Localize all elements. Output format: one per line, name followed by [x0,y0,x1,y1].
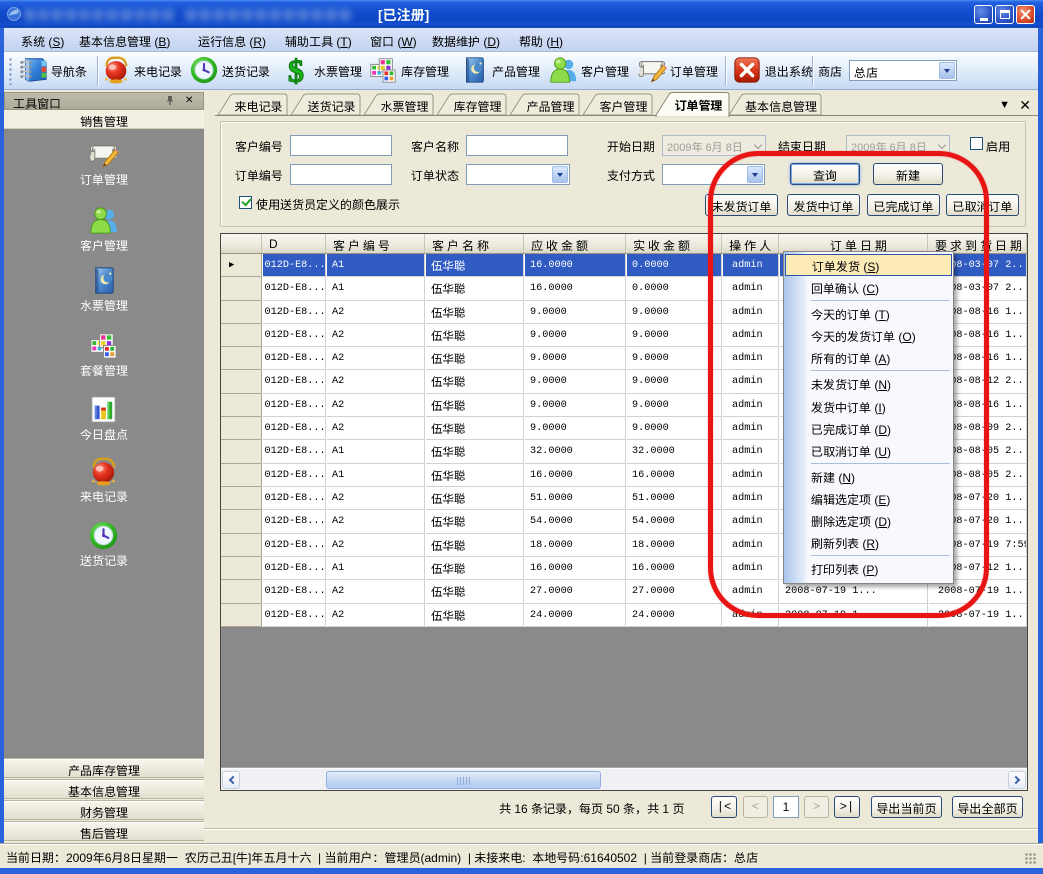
svg-text:$: $ [288,55,304,85]
